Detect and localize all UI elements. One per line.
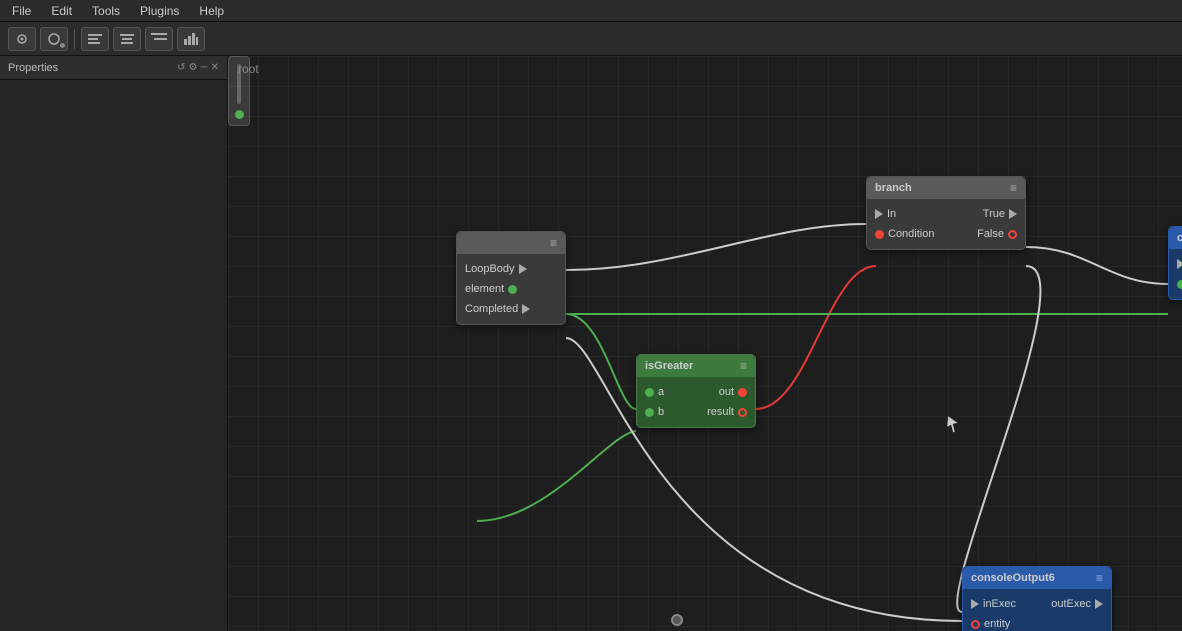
node-loop-row-element: element [457,279,565,299]
port-console6-inexec-triangle [971,599,979,609]
node-branch[interactable]: branch ≡ In True Cond [866,176,1026,250]
node-console-output6[interactable]: consoleOutput6 ≡ inExec outExec [962,566,1112,631]
toolbar-separator-1 [74,29,75,49]
node-console-output6-row-entity: entity [963,614,1111,631]
node-isgreater-title: isGreater [645,360,693,372]
node-console-output-row-inexec: inExec outExec [1169,254,1182,274]
node-branch-row-condition: Condition False [867,224,1025,244]
port-branch-condition-label: Condition [888,228,934,240]
node-isgreater-body: a out b result [637,377,755,427]
port-console6-outexec-triangle [1095,599,1103,609]
connection-dot-bottom [671,614,683,626]
node-console-output6-header: consoleOutput6 ≡ [963,567,1111,589]
port-branch-false-dot [1008,230,1017,239]
toolbar [0,22,1182,56]
record-button[interactable] [40,27,68,51]
port-branch-false-label: False [977,228,1004,240]
properties-minimize-icon[interactable]: ─ [201,62,208,73]
node-loop-body: LoopBody element Completed [457,254,565,324]
node-branch-row-in: In True [867,204,1025,224]
port-branch-true-label: True [983,208,1005,220]
node-branch-menu[interactable]: ≡ [1010,181,1017,195]
port-console-inexec-triangle [1177,259,1182,269]
node-loop-menu[interactable]: ≡ [550,236,557,250]
port-loop-element-dot [508,285,517,294]
node-loop-header: ≡ [457,232,565,254]
node-console-output[interactable]: consoleOutput ≡ inExec outExec [1168,226,1182,300]
properties-refresh-icon[interactable]: ↺ [177,62,185,73]
port-isgreater-out-label: out [719,386,734,398]
camera-button[interactable] [8,27,36,51]
port-isgreater-a-dot [645,388,654,397]
port-isgreater-b-dot [645,408,654,417]
port-console-entity-dot [1177,280,1182,289]
port-isgreater-result-label: result [707,406,734,418]
breadcrumb: root [238,62,259,76]
connections-svg [228,56,1182,631]
port-loop-loopbody-triangle [519,264,527,274]
node-console-output-header: consoleOutput ≡ [1169,227,1182,249]
node-loop-row-completed: Completed [457,299,565,319]
port-branch-condition-dot [875,230,884,239]
align-right-button[interactable] [145,27,173,51]
port-branch-in-label: In [887,208,896,220]
align-center-button[interactable] [113,27,141,51]
node-loop[interactable]: ≡ LoopBody element Compl [456,231,566,325]
port-console6-inexec-label: inExec [983,598,1016,610]
port-loop-completed-label: Completed [465,303,518,315]
port-branch-in-triangle [875,209,883,219]
node-console-output6-title: consoleOutput6 [971,572,1055,584]
node-console-output-row-entity: entity [1169,274,1182,294]
properties-settings-icon[interactable]: ⚙ [189,62,198,73]
node-isgreater-menu[interactable]: ≡ [740,359,747,373]
port-loop-completed-triangle [522,304,530,314]
port-loop-element-label: element [465,283,504,295]
port-branch-true-triangle [1009,209,1017,219]
properties-panel: Properties ↺ ⚙ ─ ✕ [0,56,228,631]
properties-close-icon[interactable]: ✕ [211,62,219,73]
properties-title: Properties [8,62,58,74]
node-branch-body: In True Condition False [867,199,1025,249]
port-isgreater-a-label: a [658,386,664,398]
menu-help[interactable]: Help [195,4,228,18]
canvas-area[interactable]: root branch ≡ [228,56,1182,631]
cursor-indicator [946,414,958,432]
port-isgreater-out-dot [738,388,747,397]
node-console-output6-menu[interactable]: ≡ [1096,571,1103,585]
port-console6-entity-label: entity [984,618,1010,630]
menu-plugins[interactable]: Plugins [136,4,183,18]
align-left-button[interactable] [81,27,109,51]
node-branch-header: branch ≡ [867,177,1025,199]
port-console6-entity-dot [971,620,980,629]
node-isgreater-row-a: a out [637,382,755,402]
menu-edit[interactable]: Edit [47,4,76,18]
properties-header-icons: ↺ ⚙ ─ ✕ [177,62,219,73]
port-isgreater-result-dot [738,408,747,417]
chart-button[interactable] [177,27,205,51]
menu-tools[interactable]: Tools [88,4,124,18]
node-console-output6-body: inExec outExec entity [963,589,1111,631]
node-isgreater[interactable]: isGreater ≡ a out b [636,354,756,428]
node-isgreater-header: isGreater ≡ [637,355,755,377]
menubar: File Edit Tools Plugins Help [0,0,1182,22]
node-console-output-title: consoleOutput [1177,232,1182,244]
node-branch-title: branch [875,182,912,194]
node-loop-row-loopbody: LoopBody [457,259,565,279]
node-isgreater-row-b: b result [637,402,755,422]
port-loop-loopbody-label: LoopBody [465,263,515,275]
port-isgreater-b-label: b [658,406,664,418]
main-layout: Properties ↺ ⚙ ─ ✕ root [0,56,1182,631]
node-console-output6-row-inexec: inExec outExec [963,594,1111,614]
port-console6-outexec-label: outExec [1051,598,1091,610]
menu-file[interactable]: File [8,4,35,18]
properties-header: Properties ↺ ⚙ ─ ✕ [0,56,227,80]
node-console-output-body: inExec outExec entity [1169,249,1182,299]
